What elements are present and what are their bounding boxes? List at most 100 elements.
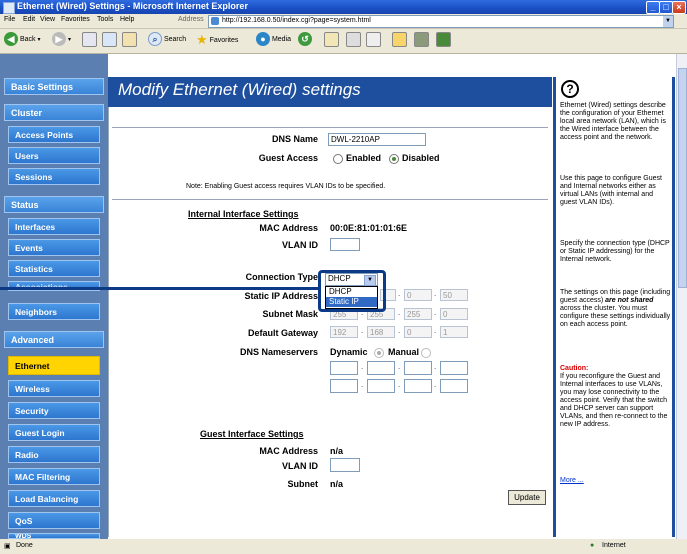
update-button[interactable]: Update	[508, 490, 546, 505]
menu-file[interactable]: File	[4, 16, 15, 23]
menu-edit[interactable]: Edit	[23, 16, 35, 23]
minimize-button[interactable]: _	[646, 1, 660, 14]
mac-address-value: 00:0E:81:01:01:6E	[330, 223, 408, 233]
research-button[interactable]	[436, 32, 451, 49]
subnet-octet-3[interactable]	[404, 308, 432, 320]
vlan-id-input[interactable]	[330, 238, 360, 251]
back-dropdown-icon[interactable]: ▾	[37, 37, 40, 43]
research-icon	[436, 32, 451, 47]
close-button[interactable]: ×	[672, 1, 686, 14]
dot: .	[361, 362, 364, 371]
dns2-octet-4[interactable]	[440, 379, 468, 393]
dot: .	[398, 326, 401, 335]
favorites-button[interactable]: ★ Favorites	[196, 32, 238, 49]
maximize-button[interactable]: □	[659, 1, 673, 14]
internet-zone-icon: ●	[590, 542, 595, 549]
nav-guest-login[interactable]: Guest Login	[8, 424, 100, 441]
option-static-ip[interactable]: Static IP	[326, 297, 377, 307]
option-dhcp[interactable]: DHCP	[326, 287, 377, 297]
home-button[interactable]	[122, 32, 137, 49]
refresh-button[interactable]	[102, 32, 117, 49]
zone-text: Internet	[602, 542, 626, 549]
more-link[interactable]: More ...	[560, 477, 672, 485]
nav-statistics[interactable]: Statistics	[8, 260, 100, 277]
nav-load-balancing[interactable]: Load Balancing	[8, 490, 100, 507]
nav-interfaces[interactable]: Interfaces	[8, 218, 100, 235]
dns2-octet-3[interactable]	[404, 379, 432, 393]
menu-tools[interactable]: Tools	[97, 16, 113, 23]
nav-advanced[interactable]: Advanced	[4, 331, 104, 348]
history-button[interactable]: ↺	[298, 32, 312, 49]
nav-users[interactable]: Users	[8, 147, 100, 164]
gateway-octet-3[interactable]	[404, 326, 432, 338]
nav-neighbors[interactable]: Neighbors	[8, 303, 100, 320]
dns2-octet-1[interactable]	[330, 379, 358, 393]
guest-mac-label: MAC Address	[259, 446, 318, 456]
nav-radio[interactable]: Radio	[8, 446, 100, 463]
forward-dropdown-icon[interactable]: ▾	[68, 37, 71, 43]
back-label: Back	[19, 35, 36, 43]
nav-status[interactable]: Status	[4, 196, 104, 213]
address-label: Address	[178, 16, 204, 23]
nav-cluster[interactable]: Cluster	[4, 104, 104, 121]
refresh-icon	[102, 32, 117, 47]
nav-wireless[interactable]: Wireless	[8, 380, 100, 397]
menu-help[interactable]: Help	[120, 16, 134, 23]
dns1-octet-3[interactable]	[404, 361, 432, 375]
menu-favorites[interactable]: Favorites	[61, 16, 90, 23]
nav-security[interactable]: Security	[8, 402, 100, 419]
vertical-scrollbar[interactable]	[676, 54, 687, 539]
page-icon	[211, 17, 219, 25]
gateway-octet-4[interactable]	[440, 326, 468, 338]
edit-button[interactable]	[366, 32, 381, 49]
dns-manual-radio[interactable]	[421, 348, 431, 358]
dns1-octet-2[interactable]	[367, 361, 395, 375]
nav-sessions[interactable]: Sessions	[8, 168, 100, 185]
forward-button[interactable]: ▶ ▾	[52, 32, 71, 49]
nav-qos[interactable]: QoS	[8, 512, 100, 529]
print-button[interactable]	[346, 32, 361, 49]
address-bar[interactable]: http://192.168.0.50/index.cgi?page=syste…	[208, 15, 674, 28]
menu-view[interactable]: View	[40, 16, 55, 23]
back-arrow-icon: ◀	[4, 32, 18, 46]
dns1-octet-4[interactable]	[440, 361, 468, 375]
back-button[interactable]: ◀ Back ▾	[4, 32, 40, 49]
dns-dynamic-radio[interactable]	[374, 348, 384, 358]
gateway-octet-1[interactable]	[330, 326, 358, 338]
dns2-octet-2[interactable]	[367, 379, 395, 393]
guest-vlan-input[interactable]	[330, 458, 360, 472]
caution-title: Caution:	[560, 365, 589, 372]
chevron-down-icon[interactable]: ▼	[364, 275, 376, 286]
dot: .	[434, 289, 437, 298]
stop-icon	[82, 32, 97, 47]
media-label: Media	[271, 35, 292, 43]
dns1-octet-1[interactable]	[330, 361, 358, 375]
dns-name-input[interactable]	[328, 133, 426, 146]
scrollbar-thumb[interactable]	[678, 68, 687, 288]
connection-type-value: DHCP	[328, 274, 351, 283]
guest-access-disabled-radio[interactable]	[389, 154, 399, 164]
messenger-button[interactable]	[414, 32, 429, 49]
help-text: across the cluster. You must configure t…	[560, 305, 671, 328]
static-ip-octet-4[interactable]	[440, 289, 468, 301]
folder-button[interactable]	[392, 32, 407, 49]
search-button[interactable]: ⌕ Search	[148, 32, 186, 49]
connection-type-select[interactable]: DHCP ▼	[325, 273, 378, 286]
window-title: Ethernet (Wired) Settings - Microsoft In…	[17, 1, 248, 11]
nav-events[interactable]: Events	[8, 239, 100, 256]
address-dropdown-icon[interactable]: ▼	[663, 16, 673, 27]
stop-button[interactable]	[82, 32, 97, 49]
media-button[interactable]: ● Media	[256, 32, 291, 49]
nav-mac-filtering[interactable]: MAC Filtering	[8, 468, 100, 485]
nav-basic-settings[interactable]: Basic Settings	[4, 78, 104, 95]
connection-type-label: Connection Type	[245, 272, 318, 282]
gateway-octet-2[interactable]	[367, 326, 395, 338]
nav-ethernet[interactable]: Ethernet	[8, 356, 100, 375]
address-url[interactable]: http://192.168.0.50/index.cgi?page=syste…	[222, 17, 371, 24]
guest-access-enabled-radio[interactable]	[333, 154, 343, 164]
nav-access-points[interactable]: Access Points	[8, 126, 100, 143]
mail-button[interactable]	[324, 32, 339, 49]
subnet-octet-4[interactable]	[440, 308, 468, 320]
forward-arrow-icon: ▶	[52, 32, 66, 46]
static-ip-octet-3b[interactable]	[404, 289, 432, 301]
